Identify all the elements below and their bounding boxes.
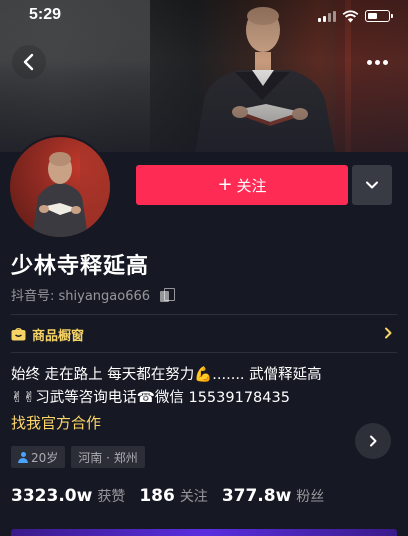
battery-icon	[365, 10, 393, 22]
location-text: 河南 · 郑州	[78, 450, 138, 465]
plus-icon: +	[217, 174, 233, 195]
back-button[interactable]	[12, 45, 46, 79]
chevron-right-icon	[370, 435, 377, 447]
age-text: 20岁	[31, 450, 59, 465]
status-time: 5:29	[29, 6, 62, 23]
fans-value: 377.8w	[221, 486, 292, 506]
bio: 始终 走在路上 每天都在努力💪....... 武僧释延高 ✌✌习武等咨询电话☎微…	[11, 364, 401, 410]
profile-name: 少林寺释延高	[11, 254, 150, 279]
back-arrow-icon	[23, 53, 34, 71]
fans-label: 粉丝	[296, 489, 325, 505]
likes-stat[interactable]: 3323.0w 获赞	[11, 486, 125, 506]
profile-page: 5:29 + 关注 少林寺释延高 抖音号: shiyangao666 商品橱窗 …	[0, 0, 408, 536]
status-icons	[318, 9, 393, 23]
copy-icon[interactable]	[160, 287, 176, 302]
cooperation-link[interactable]: 找我官方合作	[11, 412, 101, 433]
recommend-dropdown-button[interactable]	[352, 165, 392, 205]
likes-label: 获赞	[97, 489, 126, 505]
follow-button-label: 关注	[236, 176, 267, 195]
profile-tags: 20岁 河南 · 郑州	[11, 446, 145, 468]
avatar[interactable]	[8, 135, 112, 239]
following-stat[interactable]: 186 关注	[139, 486, 208, 506]
follow-button[interactable]: + 关注	[136, 165, 348, 205]
age-tag: 20岁	[11, 446, 66, 468]
divider	[11, 352, 397, 353]
fans-stat[interactable]: 377.8w 粉丝	[222, 486, 324, 506]
person-icon	[18, 451, 28, 463]
more-options-button[interactable]	[362, 50, 392, 74]
following-label: 关注	[179, 489, 208, 505]
shop-window-row[interactable]: 商品橱窗	[11, 322, 397, 346]
more-dots-icon	[366, 59, 372, 65]
shop-window-label: 商品橱窗	[32, 328, 85, 344]
shop-icon	[11, 327, 26, 340]
avatar-monk-figure	[32, 137, 110, 237]
douyin-id[interactable]: 抖音号: shiyangao666	[11, 285, 176, 304]
bottom-banner[interactable]	[11, 529, 397, 536]
bio-line-1: 始终 走在路上 每天都在努力💪....... 武僧释延高	[11, 367, 322, 383]
wifi-icon	[342, 9, 359, 22]
signal-icon	[318, 10, 336, 22]
expand-button[interactable]	[355, 423, 391, 459]
location-tag: 河南 · 郑州	[71, 446, 145, 468]
chevron-right-icon	[385, 327, 392, 339]
dropdown-chevron-icon	[366, 181, 378, 189]
stats-row: 3323.0w 获赞 186 关注 377.8w 粉丝	[11, 486, 338, 506]
likes-value: 3323.0w	[11, 486, 93, 506]
divider	[11, 314, 397, 315]
bio-line-2: ✌✌习武等咨询电话☎微信 15539178435	[11, 390, 290, 406]
following-value: 186	[139, 486, 175, 506]
douyin-id-text: 抖音号: shiyangao666	[11, 289, 151, 304]
